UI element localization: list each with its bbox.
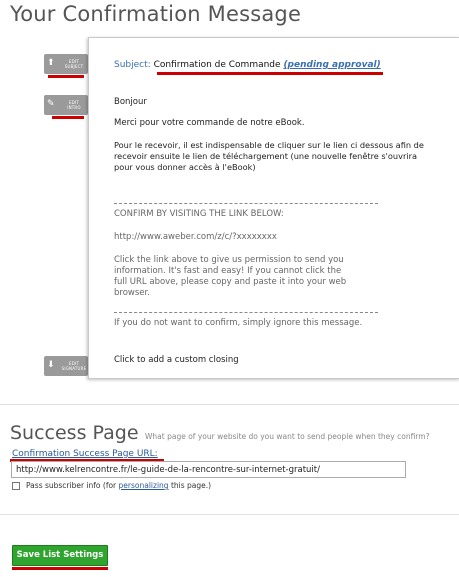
confirm-link: http://www.aweber.com/z/c/?xxxxxxxx (114, 232, 277, 242)
custom-closing[interactable]: Click to add a custom closing (114, 355, 239, 366)
highlight-underline (157, 72, 383, 75)
arrow-down-icon: ⬇ (47, 360, 55, 370)
pass-info-text: Pass subscriber info (for (26, 481, 117, 490)
ignore-text: If you do not want to confirm, simply ig… (114, 318, 363, 328)
edit-signature-button[interactable]: ⬇ EDIT SIGNATURE (44, 356, 88, 376)
section-divider (0, 514, 459, 515)
subject-line[interactable]: Subject: Confirmation de Commande (pendi… (114, 60, 381, 70)
edit-subject-button[interactable]: ⬆ EDIT SUBJECT (44, 54, 88, 74)
dashed-divider (114, 203, 378, 204)
permission-text-line: information. It's fast and easy! If you … (114, 266, 342, 276)
success-url-label: Confirmation Success Page URL: (12, 449, 158, 459)
save-list-settings-button[interactable]: Save List Settings (12, 545, 108, 566)
pass-info-end: this page.) (170, 481, 212, 490)
pass-subscriber-info-checkbox[interactable] (12, 481, 20, 490)
subject-status: (pending approval) (283, 60, 381, 70)
permission-text-line: Click the link above to give us permissi… (114, 255, 344, 265)
greeting-text: Bonjour (114, 97, 147, 107)
pencil-icon: ✎ (47, 99, 55, 109)
edit-intro-button[interactable]: ✎ EDIT INTRO (44, 95, 88, 115)
pass-subscriber-info-row: Pass subscriber info (for personalizing … (12, 481, 211, 490)
intro-line: Merci pour votre commande de notre eBook… (114, 118, 305, 128)
permission-text-line: full URL above, please copy and paste it… (114, 277, 347, 287)
intro-paragraph-line: Pour le recevoir, il est indispensable d… (114, 140, 424, 150)
success-url-input[interactable] (11, 461, 406, 478)
subject-label: Subject: (114, 60, 151, 70)
personalizing-link[interactable]: personalizing (119, 481, 169, 490)
confirmation-title: Your Confirmation Message (10, 2, 302, 26)
highlight-underline (12, 567, 108, 570)
permission-text-line: browser. (114, 288, 150, 298)
arrow-up-icon: ⬆ (47, 58, 55, 68)
success-page-subtitle: What page of your website do you want to… (145, 432, 430, 441)
intro-paragraph-line: pour vous donner accès à l'eBook) (114, 162, 256, 172)
highlight-underline (52, 116, 84, 119)
dashed-divider (114, 312, 378, 313)
success-page-title: Success Page (10, 422, 139, 444)
confirm-heading: CONFIRM BY VISITING THE LINK BELOW: (114, 209, 284, 219)
intro-paragraph-line: recevoir ensuite le lien de téléchargeme… (114, 151, 417, 161)
highlight-underline (48, 75, 84, 78)
section-divider (0, 404, 459, 405)
subject-value: Confirmation de Commande (153, 60, 281, 70)
